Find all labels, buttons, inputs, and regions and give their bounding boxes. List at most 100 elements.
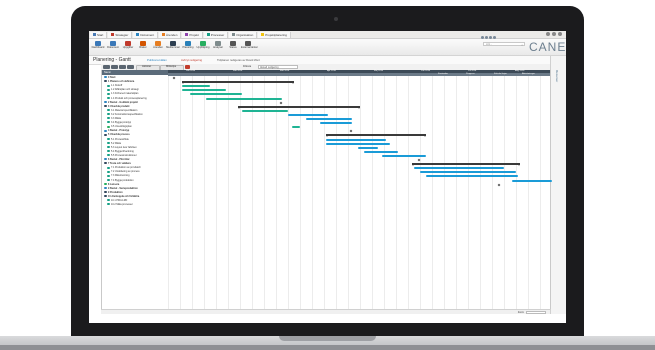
toolbar-item-1[interactable]: Dokument [106,41,120,50]
toolbar-label: Medlemmar [166,46,180,49]
toolbar-label: Dashboard [91,46,105,49]
task-type-icon [107,113,110,116]
gantt-milestone[interactable] [279,101,283,105]
gantt-task-bar[interactable] [358,146,378,149]
browser-tab-4[interactable]: Projekt [182,31,203,38]
filter-select-value: Aktuell redigering [260,66,279,69]
toolbar-item-9[interactable]: Status [226,41,240,50]
task-label: 7 Testa och validera [108,162,131,166]
browser-tab-7[interactable]: Projektplanering [258,31,291,38]
gantt-task-bar[interactable] [292,126,300,129]
screen-bottom [89,314,566,323]
close-icon[interactable] [558,32,562,36]
user-icon[interactable] [489,36,492,39]
gantt-task-bar[interactable] [512,179,552,182]
gantt-task-bar[interactable] [206,97,282,100]
gantt-task-bar[interactable] [326,138,386,141]
gantt-task-bar[interactable] [326,142,390,145]
gantt-gridline [180,76,181,309]
search-icon[interactable]: ⌕ [521,43,523,47]
outdent-button[interactable] [111,65,118,69]
toolbar-item-4[interactable]: Ärenden [151,41,165,50]
gantt-gridline [504,76,505,309]
link-button[interactable] [119,65,126,69]
minimize-icon[interactable] [546,32,550,36]
browser-tab-0[interactable]: Start [90,31,108,38]
task-label: 3.3 Mätta [111,117,121,120]
gantt-gridline [432,76,433,309]
gantt-task-bar[interactable] [414,167,504,170]
gantt-task-bar[interactable] [382,154,426,157]
indent-button[interactable] [103,65,110,69]
task-label: 10.2 Mäta processer [111,203,133,207]
gantt-task-bar[interactable] [364,150,398,153]
toolbar-item-7[interactable]: Uppföljning [196,41,210,50]
app-screen: Start Strategier Dokument Ärenden Projekt Pro… [89,31,566,323]
publish-link[interactable]: Publicera källan [147,56,167,64]
gantt-summary-bar[interactable] [238,105,360,109]
gantt-gridline [396,76,397,309]
delete-button[interactable] [185,65,190,69]
gantt-summary-bar[interactable] [412,163,520,167]
task-label: 6 Beslut - Pilot klar [108,158,130,161]
gantt-header-link[interactable]: Kostnader [438,73,448,76]
gantt-task-bar[interactable] [306,118,352,120]
tab-icon [206,33,210,36]
unlink-button[interactable] [127,65,134,69]
logout-icon[interactable] [493,36,496,39]
settings-icon[interactable] [485,36,488,39]
browser-tab-3[interactable]: Ärenden [159,31,182,38]
resources-tab-label: Resurser [555,70,559,83]
task-label: 5.4 Bygga tillverkning [111,149,134,153]
resources-sidetab[interactable]: Resurser [550,56,566,323]
task-row[interactable]: 10.2 Mäta processer [102,203,173,207]
help-icon[interactable] [481,36,484,39]
toolbar-item-10[interactable]: Externa länkar [241,41,258,50]
gantt-gridline [492,76,493,309]
gantt-task-bar[interactable] [242,109,288,112]
toolbar-item-2[interactable]: Uppgifter [121,41,135,50]
task-label: 1 Planera och definiera [108,80,135,84]
gantt-summary-bar[interactable] [182,81,294,85]
tab-icon [136,33,140,36]
gantt-gridline [324,76,325,309]
gantt-gridline [168,76,169,309]
toolbar-item-5[interactable]: Medlemmar [166,41,180,50]
tab-label: Processer [210,32,225,37]
toolbar-item-0[interactable]: Dashboard [91,41,105,50]
tab-icon [185,33,189,36]
task-type-icon [104,80,107,83]
gantt-task-bar[interactable] [320,122,352,125]
task-type-icon [107,199,110,202]
task-label: 7.3 Mätutrustning [111,174,130,178]
browser-tab-1[interactable]: Strategier [108,31,133,38]
browser-tab-6[interactable]: Organisation [229,31,258,38]
user-icons [481,36,496,39]
toolbar-item-8[interactable]: Analyser [211,41,225,50]
gantt-task-bar[interactable] [420,171,516,174]
gantt-task-bar[interactable] [182,89,226,92]
gantt-gridline [300,76,301,309]
task-label: 5 Utveckla process [108,133,130,137]
filter-select[interactable]: Aktuell redigering [258,65,298,69]
gantt-milestone[interactable] [172,76,176,80]
task-type-icon [104,158,107,161]
gantt-summary-bar[interactable] [326,134,426,138]
cancel-edit-link[interactable]: Avbryt redigering [181,56,202,64]
search-input[interactable]: sök... ⌕ [483,42,525,47]
gantt-milestone[interactable] [349,129,353,133]
task-type-icon [107,178,110,181]
maximize-icon[interactable] [552,32,556,36]
gantt-task-bar[interactable] [288,113,328,116]
gantt-gridline [420,76,421,309]
toolbar-item-6[interactable]: Planering [181,41,195,50]
task-type-icon [107,121,110,124]
task-label: 9 Beslut - Serieproduktion [108,186,138,190]
toolbar-item-3[interactable]: Risker [136,41,150,50]
gantt-task-bar[interactable] [182,85,210,88]
gantt-milestone[interactable] [497,183,501,187]
browser-tab-5[interactable]: Processer [203,31,229,38]
task-label: 3.4 Bygga prototyp [111,121,132,125]
task-label: 8 Lansera [108,182,120,186]
browser-tab-2[interactable]: Dokument [133,31,159,38]
